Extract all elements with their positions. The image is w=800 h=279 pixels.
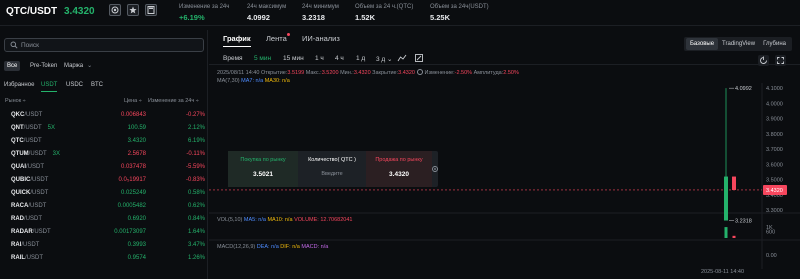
- tab-chart[interactable]: График: [223, 34, 251, 47]
- market-sell-button[interactable]: Продажа по рынку 3.4320: [366, 151, 432, 187]
- filter-margin[interactable]: Маржа ⌄: [61, 61, 95, 71]
- candle-body: [732, 176, 736, 190]
- stat-change-24h: Изменение за 24ч +6.19%: [179, 4, 230, 22]
- info-icon: [416, 69, 423, 75]
- search-icon: [10, 41, 18, 49]
- market-panel: Все Pre-Token Маржа⌄ Избранное USDT USDC…: [0, 30, 208, 279]
- macd-tick-label: 0.00: [766, 253, 777, 259]
- fullscreen-icon[interactable]: [775, 55, 786, 66]
- view-basic[interactable]: Базовые: [685, 38, 719, 50]
- tab-feed[interactable]: Лента: [266, 33, 290, 43]
- price-tick-label: 3.6000: [766, 162, 783, 168]
- market-row[interactable]: QUICK/USDT 0.025249 0.58%: [0, 188, 208, 201]
- market-row[interactable]: QNT/USDT 5X 100.59 2.12%: [0, 123, 208, 136]
- low-marker-label: 3.2318: [735, 219, 752, 225]
- volume-bar: [732, 235, 736, 238]
- time-axis-label: 2025-08-11 14:40: [701, 269, 745, 275]
- last-price-tag-label: 3.4320: [766, 188, 783, 194]
- search-box[interactable]: [4, 38, 204, 52]
- interval-5m[interactable]: 5 мин: [254, 55, 271, 62]
- col-change[interactable]: Изменение за 24ч ÷: [148, 98, 199, 104]
- tab-favorites[interactable]: Избранное: [4, 82, 34, 88]
- stat-volume-usdt: Объем за 24ч(USDT) 5.25K: [430, 4, 489, 22]
- market-row[interactable]: QTUM/USDT 3X 2.5678 -0.11%: [0, 149, 208, 162]
- notification-dot: [286, 33, 290, 36]
- interval-15m[interactable]: 15 мин: [283, 55, 304, 62]
- price-tick-label: 3.3000: [766, 208, 783, 214]
- market-row[interactable]: RAI/USDT 0.3993 3.47%: [0, 240, 208, 253]
- tab-usdc[interactable]: USDC: [66, 82, 83, 88]
- volume-bar: [724, 227, 728, 238]
- settings-icon[interactable]: [758, 55, 769, 66]
- market-row[interactable]: RAIL/USDT 0.9574 1.26%: [0, 253, 208, 266]
- col-market[interactable]: Рынок ÷: [5, 98, 26, 104]
- price-tick-label: 4.1000: [766, 86, 783, 92]
- calculator-icon[interactable]: [145, 4, 157, 16]
- volume-legend: VOL(5,10) MA5: n/a MA10: n/a VOLUME: 12.…: [217, 217, 353, 223]
- last-price: 3.4320: [64, 6, 95, 17]
- tab-ai-analysis[interactable]: ИИ-анализ: [302, 34, 340, 43]
- market-column-header: Рынок ÷ Цена ÷ Изменение за 24ч ÷: [0, 98, 208, 108]
- price-tick-label: 3.5000: [766, 178, 783, 184]
- market-row[interactable]: QKC/USDT 0.006843 -0.27%: [0, 110, 208, 123]
- col-price[interactable]: Цена ÷: [124, 98, 142, 104]
- price-tick-label: 3.8000: [766, 132, 783, 138]
- market-row[interactable]: QUBIC/USDT 0.0₅19917 -0.83%: [0, 175, 208, 188]
- market-buy-button[interactable]: Покупка по рынку 3.5021: [228, 151, 298, 187]
- stat-low-24h: 24ч минимум 3.2318: [302, 4, 339, 22]
- volume-tick-label: 600: [766, 229, 775, 235]
- tab-btc[interactable]: BTC: [91, 82, 103, 88]
- interval-time[interactable]: Время: [223, 55, 243, 62]
- interval-4h[interactable]: 4 ч: [335, 55, 344, 62]
- candle-body: [724, 176, 728, 221]
- interval-1d[interactable]: 1 д: [356, 55, 365, 62]
- draw-tools-icon[interactable]: [414, 53, 424, 63]
- quantity-field[interactable]: Количество( QTC ) Введите: [298, 151, 366, 187]
- filter-all[interactable]: Все: [4, 61, 21, 71]
- star-icon[interactable]: [127, 4, 139, 16]
- market-row[interactable]: RADAR/USDT 0.00173097 1.64%: [0, 227, 208, 240]
- coin-icon[interactable]: [109, 4, 121, 16]
- quick-trade-widget: Покупка по рынку 3.5021 Количество( QTC …: [228, 151, 438, 187]
- interval-1h[interactable]: 1 ч: [315, 55, 324, 62]
- pair-title[interactable]: QTC/USDT: [6, 6, 57, 17]
- high-marker-label: 4.0992: [735, 86, 752, 92]
- market-row[interactable]: QTC/USDT 3.4320 6.19%: [0, 136, 208, 149]
- market-tabs: Избранное USDT USDC BTC: [0, 82, 208, 92]
- chart-panel: График Лента ИИ-анализ Базовые TradingVie…: [209, 26, 800, 279]
- view-tradingview[interactable]: TradingView: [718, 38, 759, 50]
- price-tick-label: 3.7000: [766, 147, 783, 153]
- interval-bar: Время 5 мин 15 мин 1 ч 4 ч 1 д 3 д ⌄: [209, 53, 800, 65]
- chart-tabs: График Лента ИИ-анализ Базовые TradingVie…: [209, 32, 800, 51]
- macd-legend: MACD(12,26,9) DEA: n/a DIF: n/a MACD: n/…: [217, 244, 329, 250]
- ohlc-readout: 2025/08/11 14:40 Открытие:3.5199 Макс.:3…: [217, 69, 519, 76]
- indicators-icon[interactable]: [397, 53, 407, 63]
- market-row[interactable]: RACA/USDT 0.0005482 0.62%: [0, 201, 208, 214]
- price-tick-label: 4.0000: [766, 101, 783, 107]
- view-switch: Базовые TradingView Глубина: [683, 37, 792, 51]
- price-tick-label: 3.9000: [766, 117, 783, 123]
- view-depth[interactable]: Глубина: [759, 38, 790, 50]
- market-row[interactable]: QUAI/USDT 0.037478 -5.59%: [0, 162, 208, 175]
- tab-usdt[interactable]: USDT: [41, 82, 58, 92]
- stat-volume-qtc: Объем за 24 ч.(QTC) 1.52K: [355, 4, 414, 22]
- filter-pre-token[interactable]: Pre-Token: [27, 61, 60, 71]
- gear-icon[interactable]: [431, 165, 439, 173]
- chevron-down-icon: ⌄: [87, 63, 93, 69]
- search-input[interactable]: [21, 40, 201, 51]
- market-row[interactable]: RAD/USDT 0.6920 0.84%: [0, 214, 208, 227]
- interval-3d[interactable]: 3 д ⌄: [376, 55, 392, 63]
- stat-high-24h: 24ч максимум 4.0992: [247, 4, 287, 22]
- top-bar: QTC/USDT 3.4320 Изменение за 24ч +6.19% …: [0, 0, 800, 26]
